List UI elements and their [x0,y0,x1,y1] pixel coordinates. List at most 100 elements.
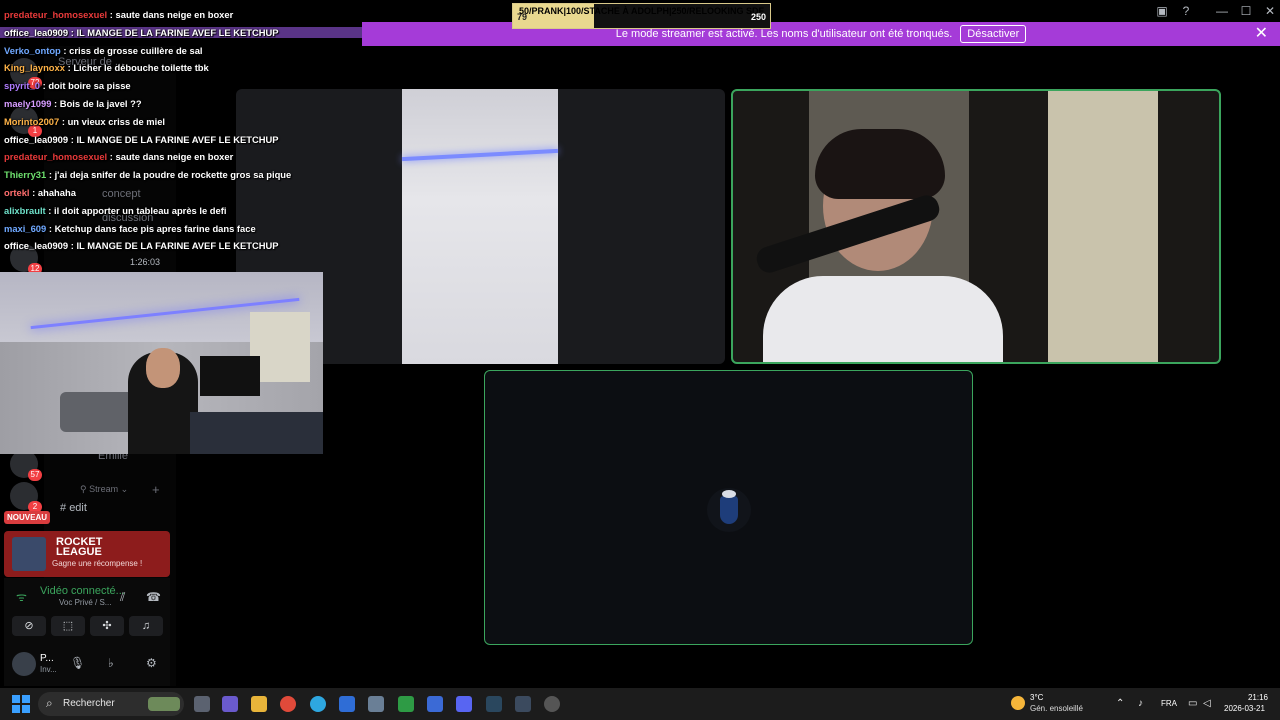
chat-separator: : [107,151,116,163]
chat-text: doit boire sa pisse [48,80,131,92]
edge-icon[interactable] [310,696,326,712]
chat-separator: : [46,169,55,181]
taskbar-search[interactable]: ⌕ Rechercher [38,692,184,716]
soundboard-icon[interactable]: ♫ [129,616,163,636]
streamer-mode-banner: Le mode streamer est activé. Les noms d'… [362,22,1280,46]
chat-text: il doit apporter un tableau après le def… [54,204,227,216]
settings-app-icon[interactable] [368,696,384,712]
search-icon: ⌕ [46,696,53,710]
rocket-league-promo[interactable]: ROCKET LEAGUE Gagne une récompense ! [4,531,170,577]
search-highlight-art [148,697,180,711]
obs-icon[interactable] [544,696,560,712]
chat-message: office_lea0909 : IL MANGE DE LA FARINE A… [4,134,279,145]
copilot-icon[interactable] [222,696,238,712]
chat-username: predateur_homosexuel [4,151,108,163]
disable-button[interactable]: Désactiver [960,25,1027,43]
maximize-icon[interactable]: ☐ [1238,3,1254,19]
avatar[interactable] [12,652,36,676]
promo-title: ROCKET LEAGUE [56,536,103,558]
chat-message: maely1099 : Bois de la javel ?? [4,98,142,109]
chat-username: maely1099 [4,98,52,109]
mail-icon[interactable] [339,696,355,712]
steam-icon[interactable] [486,696,502,712]
chat-username: ortekl [4,187,30,198]
task-view-icon[interactable] [194,696,210,712]
server-icon[interactable]: 2 [10,482,42,513]
chat-text: IL MANGE DE LA FARINE AVEF LE KETCHUP [76,240,279,252]
chat-username: King_laynoxx [4,62,65,74]
screen: ▣ ? — ☐ ✕ 72 1 12 57 2 Serveur de ... co… [0,0,1280,720]
disconnect-icon[interactable]: ☎ [146,590,161,604]
input-language[interactable]: FRA [1161,699,1177,708]
settings-icon[interactable]: ⚙ [146,656,157,670]
close-icon[interactable]: ✕ [1255,25,1268,43]
app-icon[interactable] [515,696,531,712]
chat-username: alixbrault [4,204,46,216]
xbox-icon[interactable] [398,696,414,712]
chat-text: Licher le débouche toilette tbk [73,62,209,74]
chat-separator: : [45,204,55,216]
video-tile-speaking[interactable] [731,89,1221,364]
webcam-overlay [0,272,323,454]
signal-icon[interactable]: ᯤ [16,588,27,605]
chevron-up-icon[interactable]: ⌃ [1116,698,1124,709]
close-icon[interactable]: ✕ [1262,3,1278,19]
chat-message: spyrit_0 : doit boire sa pisse [4,80,131,91]
minimize-icon[interactable]: — [1214,3,1230,19]
add-channel-icon[interactable]: + [152,482,160,497]
video-tile-avatar[interactable] [484,370,973,645]
snap-layout-icon[interactable]: ▣ [1154,3,1170,19]
door [1048,91,1158,362]
windows-start-icon[interactable] [12,695,30,713]
channel-stream[interactable]: ⚲ Stream ⌄ [80,484,128,495]
microphone-tray-icon[interactable]: ♪ [1138,698,1143,709]
camera-off-icon[interactable]: ⊘ [12,616,46,636]
chat-text: ahahaha [37,187,76,198]
voice-channel[interactable]: Voc Privé / S... [59,598,111,607]
new-badge: NOUVEAU [4,511,51,524]
screen-share-icon[interactable]: ⬚ [51,616,85,636]
discord-icon[interactable] [456,696,472,712]
user-avatar [707,488,751,532]
stream-icon: ⚲ [80,484,90,494]
network-icon[interactable]: ▭ [1188,698,1197,709]
search-placeholder: Rechercher [63,698,115,709]
chat-text: saute dans neige en boxer [115,151,234,163]
noise-suppression-icon[interactable]: ⫽ [120,590,125,605]
chat-separator: : [46,222,55,234]
chat-message: alixbrault : il doit apporter un tableau… [4,205,226,216]
avatar-highlight [722,490,736,498]
microphone-icon[interactable]: 🎙 [70,656,85,670]
chat-separator: : [59,115,68,127]
chat-text: un vieux criss de miel [67,115,166,127]
chat-message: Morinto2007 : un vieux criss de miel [4,116,165,127]
chat-text: IL MANGE DE LA FARINE AVEF LE KETCHUP [76,26,279,38]
channel-edit[interactable]: # edit [60,502,87,514]
chat-message: King_laynoxx : Licher le débouche toilet… [4,62,209,73]
monitor [200,356,260,396]
video-feed [402,89,558,364]
clock-time[interactable]: 21:16 [1232,693,1268,702]
person [763,276,1003,362]
weather-icon[interactable] [1011,696,1025,710]
headphones-icon[interactable]: ♭ [108,656,114,670]
chrome-icon[interactable] [280,696,296,712]
chat-message: Verko_ontop : criss de grosse cuillère d… [4,45,203,56]
goal-target: 250 [750,12,766,22]
clock-date[interactable]: 2026-03-21 [1224,704,1265,713]
activities-icon[interactable]: ✣ [90,616,124,636]
rocket-league-logo [12,537,46,571]
desk [190,412,323,454]
unread-badge: 57 [28,469,42,481]
file-explorer-icon[interactable] [251,696,267,712]
chat-message: Thierry31 : j'ai deja snifer de la poudr… [4,169,291,180]
server-icon[interactable]: 57 [10,450,42,481]
user-status: Inv... [40,665,57,674]
chat-username: office_lea0909 [4,26,69,38]
chat-text: Bois de la javel ?? [59,98,142,109]
chat-username: office_lea0909 [4,133,69,145]
chat-text: saute dans neige en boxer [115,9,234,20]
help-icon[interactable]: ? [1178,3,1194,19]
volume-icon[interactable]: ◁ [1203,698,1211,709]
store-icon[interactable] [427,696,443,712]
